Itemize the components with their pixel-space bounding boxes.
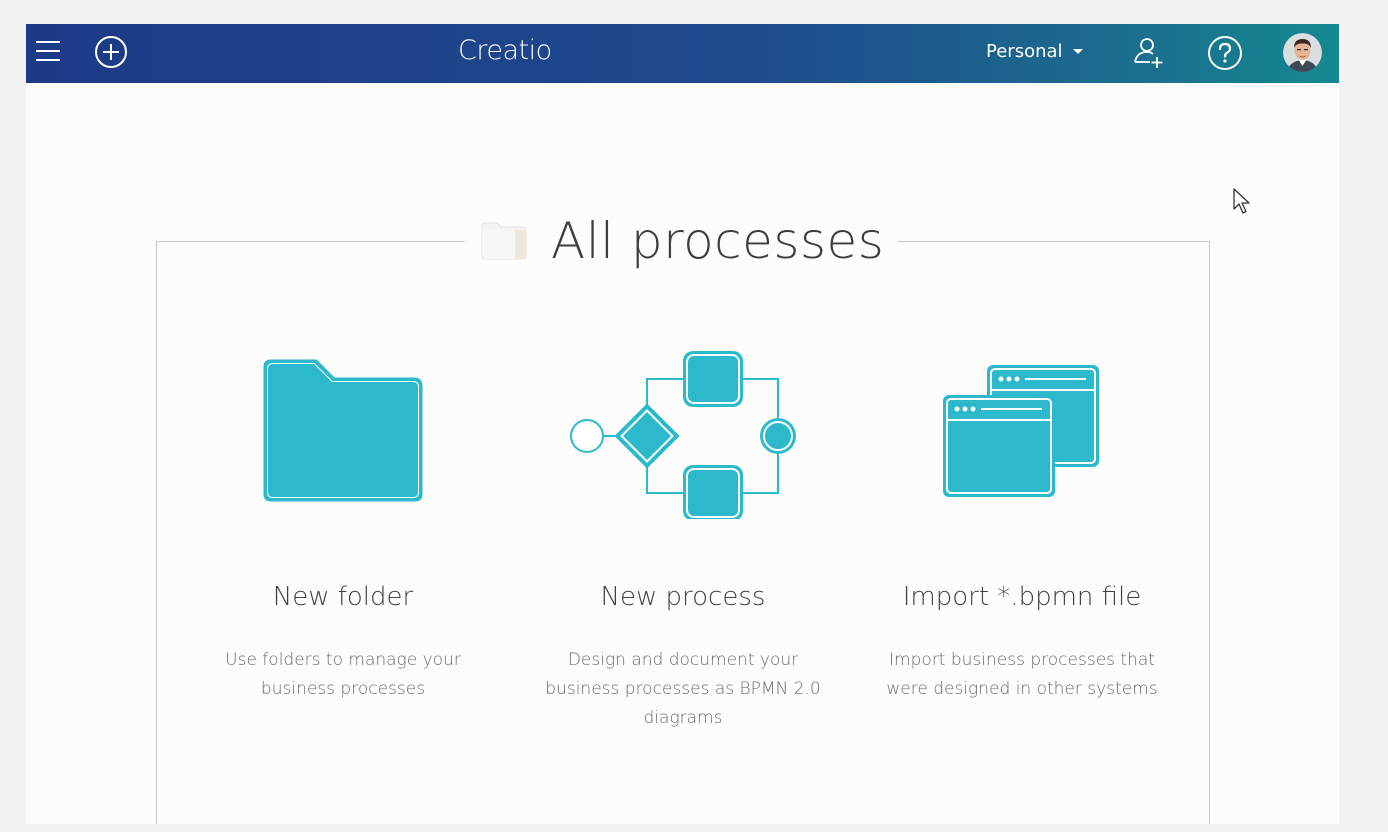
mouse-cursor-icon bbox=[1233, 188, 1250, 214]
new-folder-illustration bbox=[173, 344, 513, 524]
new-folder-option[interactable]: New folder Use folders to manage your bu… bbox=[173, 344, 513, 704]
chevron-down-icon bbox=[1072, 49, 1083, 54]
new-folder-description: Use folders to manage your business proc… bbox=[225, 650, 461, 699]
import-bpmn-title: Import *.bpmn file bbox=[902, 582, 1142, 612]
new-process-title: New process bbox=[600, 582, 766, 612]
help-icon[interactable] bbox=[1206, 34, 1244, 72]
new-process-description: Design and document your business proces… bbox=[545, 650, 821, 728]
new-process-illustration bbox=[513, 344, 853, 524]
import-bpmn-description: Import business processes that were desi… bbox=[886, 650, 1158, 699]
invite-user-icon[interactable] bbox=[1130, 35, 1166, 71]
creatio-logo[interactable]: Creatio bbox=[458, 35, 552, 66]
add-icon[interactable] bbox=[94, 35, 128, 69]
page-title-text: All processes bbox=[551, 212, 885, 270]
avatar[interactable] bbox=[1283, 33, 1322, 72]
windows-icon bbox=[943, 365, 1099, 497]
workspace-dropdown[interactable]: Personal bbox=[986, 41, 1083, 62]
page-title: All processes bbox=[465, 210, 899, 272]
top-navigation-bar: Creatio Personal bbox=[26, 24, 1339, 83]
workspace-label: Personal bbox=[986, 41, 1063, 62]
import-bpmn-illustration bbox=[852, 344, 1192, 524]
folder-icon bbox=[263, 359, 423, 502]
new-folder-title: New folder bbox=[272, 582, 414, 612]
new-process-option[interactable]: New process Design and document your bus… bbox=[513, 344, 853, 733]
import-bpmn-option[interactable]: Import *.bpmn file Import business proce… bbox=[852, 344, 1192, 704]
folder-icon bbox=[481, 222, 527, 260]
menu-icon[interactable] bbox=[32, 35, 64, 67]
bpmn-diagram-icon bbox=[570, 351, 796, 519]
app-window: Creatio Personal All processes New folde… bbox=[26, 24, 1339, 824]
